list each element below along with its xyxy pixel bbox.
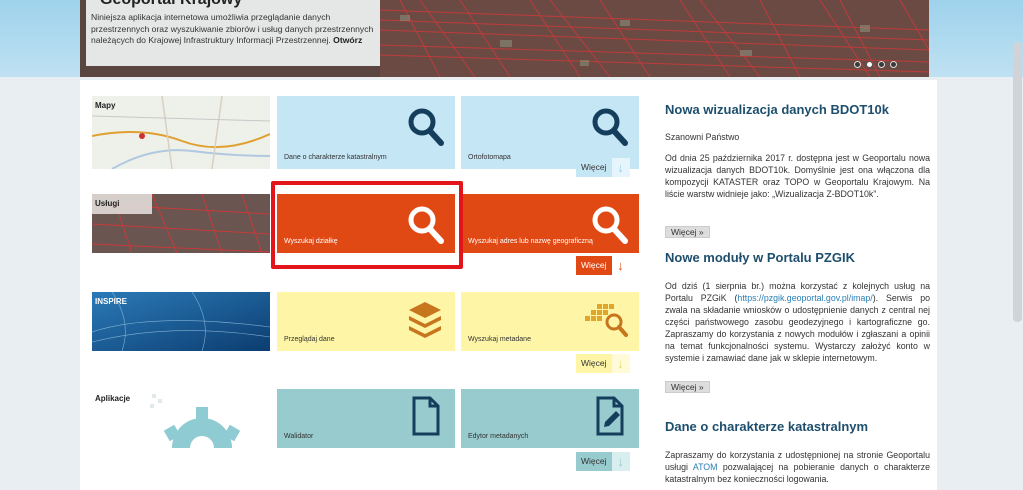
more-button-maps[interactable]: Więcej ↓ [576,158,630,177]
metadata-search-icon [585,304,628,337]
more-button-services[interactable]: Więcej ↓ [576,256,630,275]
row-label-services: Usługi [95,199,120,208]
carousel-dot-3[interactable] [878,61,885,68]
layers-icon [409,302,441,338]
highlight-frame [271,181,463,269]
news-title-cadastral[interactable]: Dane o charakterze katastralnym [665,419,868,434]
arrow-down-icon: ↓ [611,452,630,471]
tile-label: Wyszukaj adres lub nazwę geograficzną [468,238,593,245]
edit-document-icon [596,396,624,436]
news-body-pzgik: Od dziś (1 sierpnia br.) można korzystać… [665,280,930,364]
document-icon [412,396,440,436]
tile-label: Ortofotomapa [468,154,511,161]
banner-description-text: Niniejsza aplikacja internetowa umożliwi… [91,12,374,45]
news-more-button-pzgik[interactable]: Więcej » [665,381,710,393]
atom-link[interactable]: ATOM [693,462,718,472]
news-body-bdot: Od dnia 25 października 2017 r. dostępna… [665,153,930,199]
banner-info-box: Geoportal Krajowy Niniejsza aplikacja in… [86,0,380,66]
banner-open-link[interactable]: Otwórz [333,35,362,45]
news-greeting: Szanowni Państwo [665,132,740,142]
tile-label: Przeglądaj dane [284,336,335,343]
more-label: Więcej [576,158,612,177]
search-icon [408,108,444,146]
tile-metadata-editor[interactable]: Edytor metadanych [461,389,639,448]
carousel-dot-4[interactable] [890,61,897,68]
arrow-down-icon: ↓ [611,158,630,177]
news-body-cadastral: Zapraszamy do korzystania z udostępnione… [665,449,930,485]
news-title-pzgik[interactable]: Nowe moduły w Portalu PZGIK [665,250,855,265]
tile-cadastral-data[interactable]: Dane o charakterze katastralnym [277,96,455,169]
arrow-down-icon: ↓ [611,256,630,275]
row-label-inspire: INSPIRE [95,297,128,306]
tile-validator[interactable]: Walidator [277,389,455,448]
news-more-button-bdot[interactable]: Więcej » [665,226,710,238]
maps-thumbnail[interactable] [92,96,270,169]
news-title-bdot[interactable]: Nowa wizualizacja danych BDOT10k [665,102,889,117]
more-button-inspire[interactable]: Więcej ↓ [576,354,630,373]
more-label: Więcej [576,452,612,471]
carousel-dots [854,61,897,68]
tile-label: Wyszukaj metadane [468,336,531,343]
arrow-down-icon: ↓ [611,354,630,373]
banner-title: Geoportal Krajowy [100,0,242,9]
carousel-dot-1[interactable] [854,61,861,68]
search-icon [592,108,628,146]
more-label: Więcej [576,354,612,373]
carousel-dot-2[interactable] [866,61,873,68]
pzgik-link[interactable]: https://pzgik.geoportal.gov.pl/imap/ [737,293,872,303]
tile-label: Dane o charakterze katastralnym [284,154,387,161]
row-label-apps: Aplikacje [95,394,131,403]
tile-label: Edytor metadanych [468,433,529,440]
banner-description: Niniejsza aplikacja internetowa umożliwi… [91,12,375,47]
news-body-text: ). Serwis po zwala na składanie wniosków… [665,293,930,363]
tile-search-metadata[interactable]: Wyszukaj metadane [461,292,639,351]
tile-label: Walidator [284,433,314,440]
scrollbar[interactable] [1013,42,1022,322]
row-label-maps: Mapy [95,101,116,110]
tile-search-address[interactable]: Wyszukaj adres lub nazwę geograficzną [461,194,639,253]
more-button-apps[interactable]: Więcej ↓ [576,452,630,471]
tile-browse-data[interactable]: Przeglądaj dane [277,292,455,351]
more-label: Więcej [576,256,612,275]
